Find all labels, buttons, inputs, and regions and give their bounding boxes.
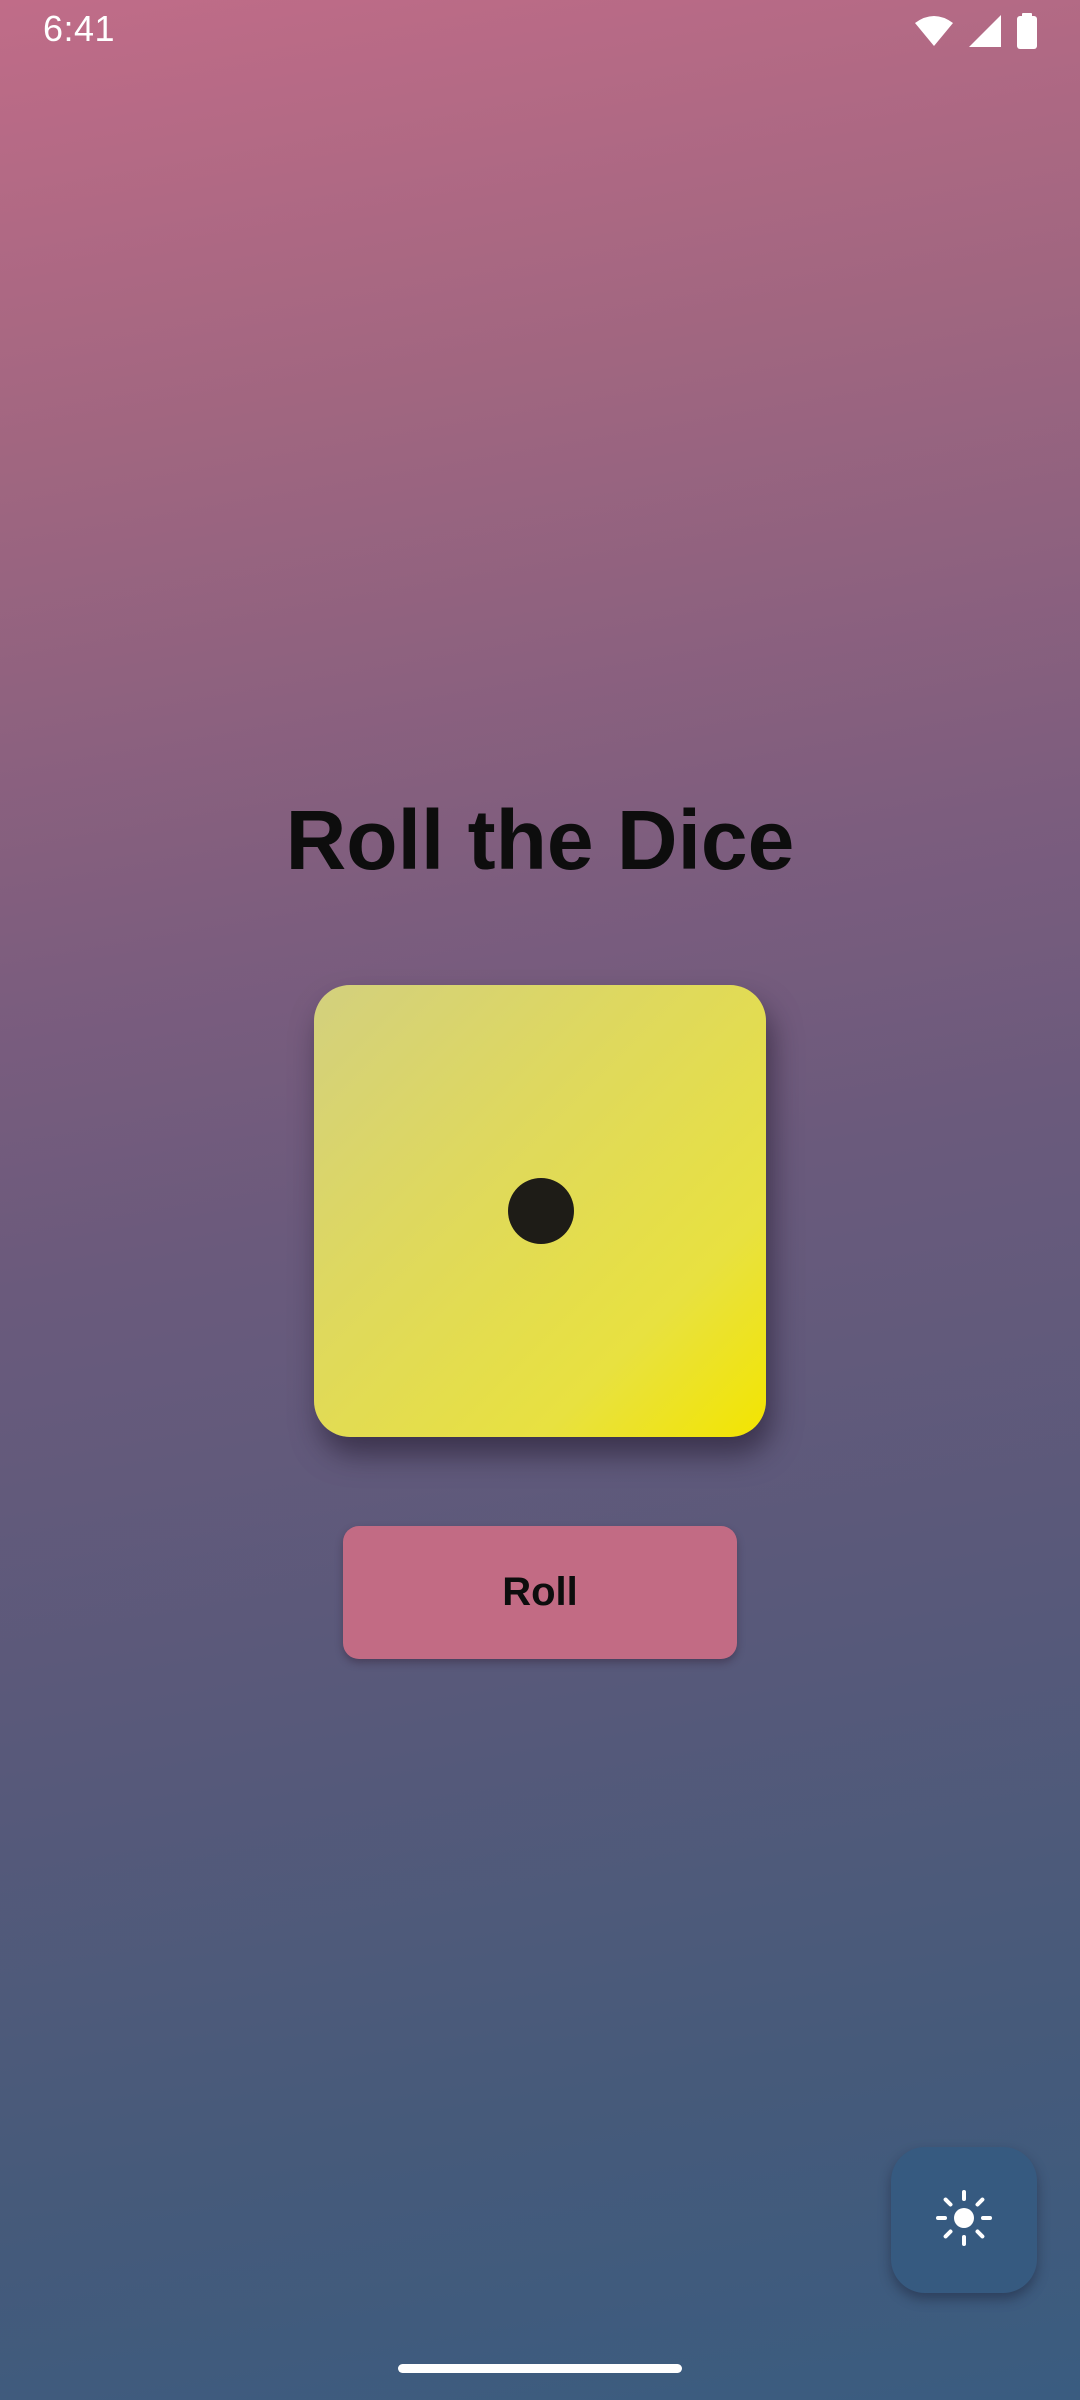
sun-icon [934,2188,994,2253]
battery-icon [1016,13,1038,49]
dice[interactable] [314,985,766,1437]
status-time: 6:41 [43,8,116,49]
wifi-icon [914,15,954,47]
page-title: Roll the Dice [285,793,795,887]
dice-pip [508,1178,574,1244]
status-bar: 6:41 [0,0,1080,62]
roll-button[interactable]: Roll [343,1526,737,1659]
cellular-signal-icon [968,14,1002,48]
theme-toggle-button[interactable] [891,2147,1037,2293]
gesture-navigation-bar[interactable] [398,2364,682,2373]
status-icons [914,13,1038,49]
